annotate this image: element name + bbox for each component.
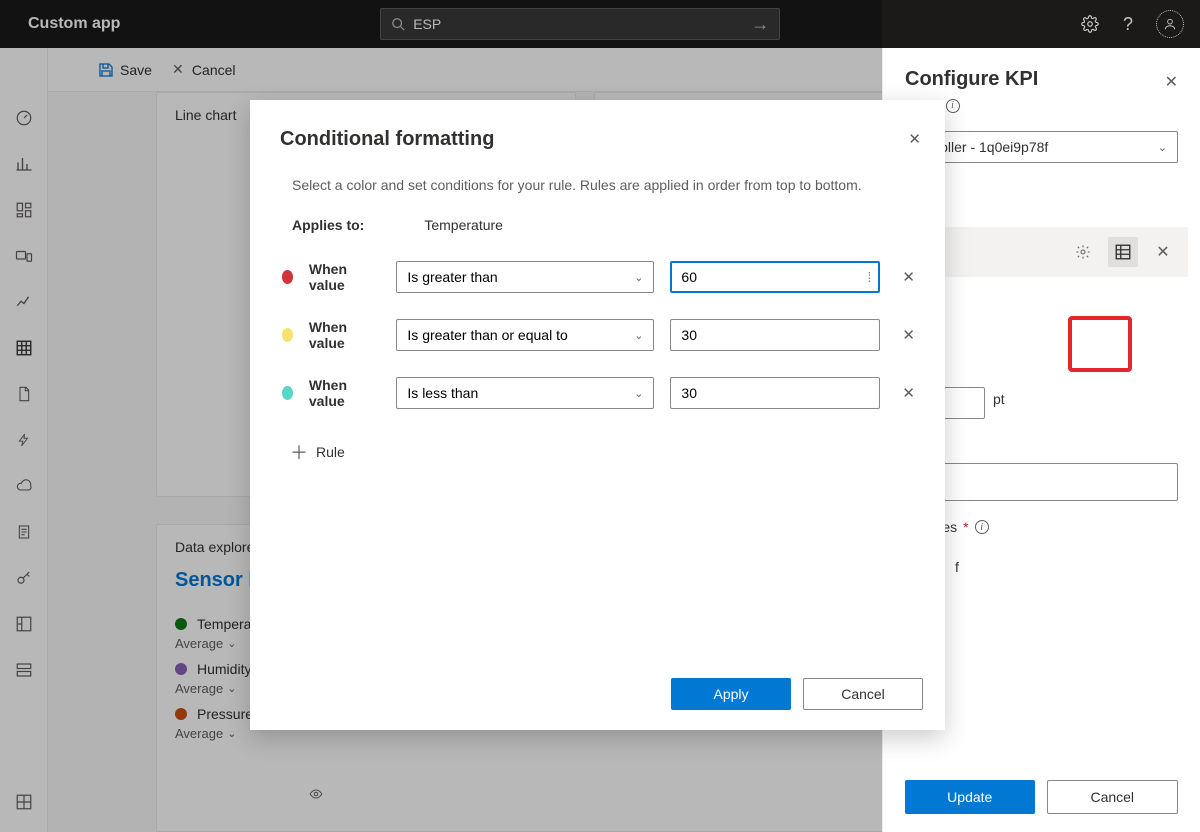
update-button[interactable]: Update <box>905 780 1035 814</box>
section-format: ormat <box>905 353 1178 369</box>
toggle-label: f <box>955 559 959 575</box>
cancel-button[interactable]: Cancel <box>1047 780 1179 814</box>
info-icon[interactable]: i <box>946 99 960 113</box>
required-label: e values* i <box>905 519 1178 535</box>
when-value-label: When value <box>309 261 381 293</box>
section-capability: ility <box>905 307 1178 323</box>
rule-color-dot[interactable] <box>282 386 293 400</box>
applies-to-value: Temperature <box>424 217 503 233</box>
close-icon[interactable]: ✕ <box>1165 72 1178 92</box>
when-value-label: When value <box>309 377 381 409</box>
conditional-format-icon[interactable] <box>1108 237 1138 267</box>
operator-select[interactable]: Is less than⌄ <box>396 377 654 409</box>
side-panel-count: unt: 1 i <box>905 98 1178 113</box>
close-icon[interactable]: ✕ <box>1148 237 1178 267</box>
operator-select[interactable]: Is greater than or equal to⌄ <box>396 319 654 351</box>
threshold-input-field[interactable] <box>681 327 869 343</box>
rule-row: When value Is greater than⌄ ⁞ ✕ <box>282 261 915 293</box>
rule-row: When value Is less than⌄ ✕ <box>282 377 915 409</box>
info-icon[interactable]: i <box>975 520 989 534</box>
delete-rule-icon[interactable]: ✕ <box>902 384 915 402</box>
help-icon[interactable]: ? <box>1118 14 1138 34</box>
rule-color-dot[interactable] <box>282 328 293 342</box>
close-icon[interactable]: ✕ <box>908 130 921 148</box>
apply-button[interactable]: Apply <box>671 678 791 710</box>
rule-color-dot[interactable] <box>282 270 293 284</box>
chevron-down-icon: ⌄ <box>634 329 643 342</box>
header-actions: ? <box>1080 10 1184 38</box>
unit-label: pt <box>993 391 1005 407</box>
conditional-formatting-modal: Conditional formatting ✕ Select a color … <box>250 100 945 730</box>
modal-description: Select a color and set conditions for yo… <box>292 177 915 193</box>
chevron-down-icon: ⌄ <box>1158 141 1167 154</box>
rule-row: When value Is greater than or equal to⌄ … <box>282 319 915 351</box>
threshold-input[interactable] <box>670 319 880 351</box>
applies-to-label: Applies to: <box>292 217 364 233</box>
section-telemetry: etry <box>905 193 1178 209</box>
delete-rule-icon[interactable]: ✕ <box>902 326 915 344</box>
chevron-down-icon: ⌄ <box>634 271 643 284</box>
modal-title: Conditional formatting <box>280 128 915 151</box>
plus-icon: ＋ <box>290 439 308 465</box>
when-value-label: When value <box>309 319 381 351</box>
stepper-icon[interactable]: ⁞ <box>868 269 870 285</box>
chevron-down-icon: ⌄ <box>634 387 643 400</box>
side-panel-title: Configure KPI <box>905 68 1038 91</box>
gear-icon[interactable] <box>1080 14 1100 34</box>
add-rule-button[interactable]: ＋ Rule <box>290 439 345 465</box>
operator-select[interactable]: Is greater than⌄ <box>396 261 654 293</box>
display-name-input[interactable] <box>905 463 1178 501</box>
side-panel-footer: Update Cancel <box>905 780 1178 814</box>
delete-rule-icon[interactable]: ✕ <box>902 268 915 286</box>
threshold-input[interactable]: ⁞ <box>670 261 880 293</box>
cancel-button[interactable]: Cancel <box>803 678 923 710</box>
gear-icon[interactable] <box>1068 237 1098 267</box>
threshold-input-field[interactable] <box>681 385 869 401</box>
modal-footer: Apply Cancel <box>671 678 923 710</box>
modal-applies-to: Applies to: Temperature <box>280 217 915 233</box>
rules-list: When value Is greater than⌄ ⁞ ✕ When val… <box>280 261 915 465</box>
avatar[interactable] <box>1156 10 1184 38</box>
threshold-input[interactable] <box>670 377 880 409</box>
threshold-input-field[interactable] <box>681 269 867 285</box>
device-select[interactable]: ontroller - 1q0ei9p78f ⌄ <box>905 131 1178 163</box>
